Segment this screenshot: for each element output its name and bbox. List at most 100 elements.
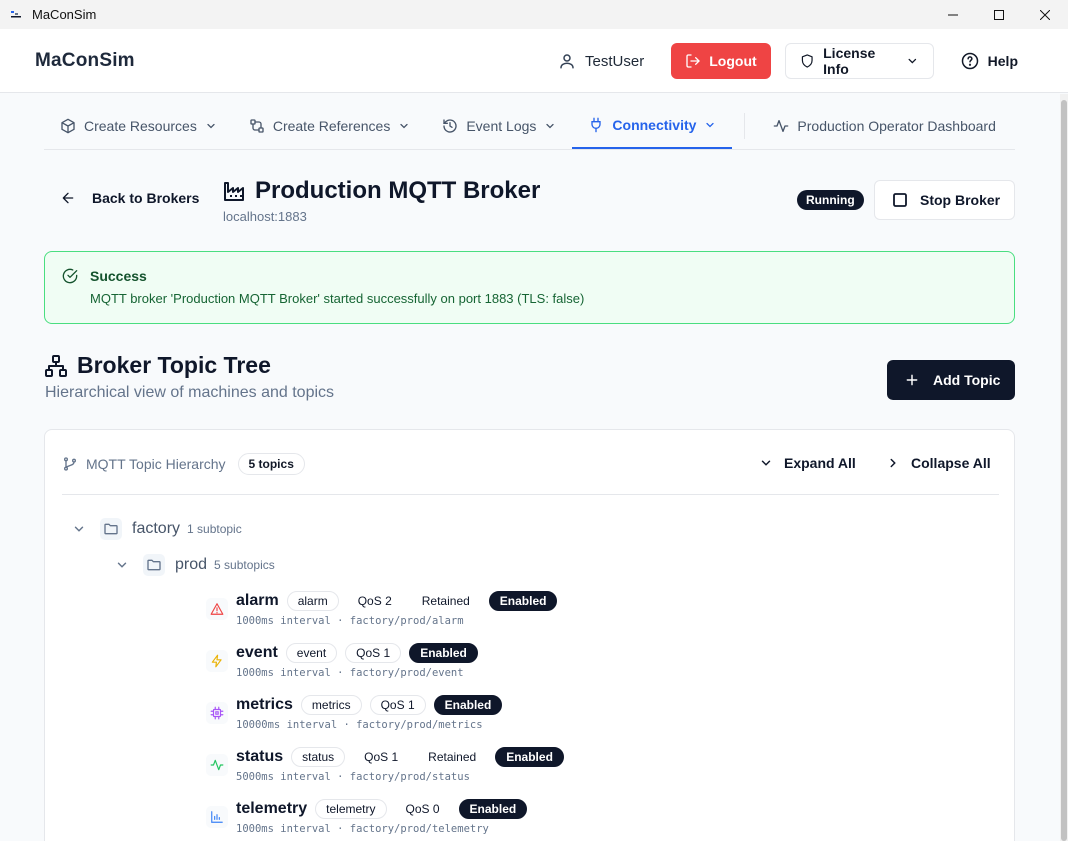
- folder-open-icon: [143, 554, 165, 576]
- tree-heading: MQTT Topic Hierarchy 5 topics: [62, 453, 305, 475]
- topic-row-status[interactable]: status status QoS 1 Retained Enabled 500…: [206, 746, 572, 783]
- maximize-button[interactable]: [976, 0, 1022, 29]
- enabled-badge: Enabled: [433, 695, 503, 715]
- network-icon: [45, 354, 67, 377]
- tab-label: Create References: [272, 117, 391, 134]
- topic-row-telemetry[interactable]: telemetry telemetry QoS 0 Enabled 1000ms…: [206, 798, 535, 835]
- node-subtopic-count: 5 subtopics: [214, 558, 275, 572]
- alert-title: Success: [90, 268, 147, 284]
- chevron-down-icon: [207, 123, 215, 128]
- tree-node-prod[interactable]: prod 5 subtopics: [115, 554, 275, 576]
- tree-node-factory[interactable]: factory 1 subtopic: [72, 518, 242, 540]
- enabled-badge: Enabled: [458, 799, 528, 819]
- node-name: factory: [132, 520, 181, 537]
- maximize-icon: [994, 9, 1004, 20]
- window-titlebar: MaConSim: [0, 0, 1068, 29]
- qos-badge: QoS 1: [353, 747, 410, 767]
- tab-create-references[interactable]: Create References: [233, 102, 427, 149]
- activity-icon: [774, 119, 789, 132]
- topic-row-event[interactable]: event event QoS 1 Enabled 1000ms interva…: [206, 642, 486, 679]
- chevron-down-icon[interactable]: [115, 558, 129, 572]
- arrow-left-icon: [62, 192, 74, 204]
- logout-icon: [686, 54, 700, 68]
- expand-all-label: Expand All: [784, 455, 856, 471]
- topic-type-badge: event: [285, 643, 338, 663]
- page-title-text: Production MQTT Broker: [255, 177, 541, 204]
- tab-event-logs[interactable]: Event Logs: [426, 102, 572, 149]
- alert-message: MQTT broker 'Production MQTT Broker' sta…: [90, 291, 585, 306]
- topic-row-alarm[interactable]: alarm alarm QoS 2 Retained Enabled 1000m…: [206, 590, 565, 627]
- topic-meta: 10000ms interval · factory/prod/metrics: [236, 719, 483, 731]
- node-name: prod: [175, 556, 208, 573]
- qos-badge: QoS 2: [346, 591, 403, 611]
- minimize-icon: [948, 14, 958, 15]
- chevron-down-icon: [400, 123, 408, 128]
- tab-connectivity[interactable]: Connectivity: [572, 102, 733, 149]
- tab-production-operator-dashboard[interactable]: Production Operator Dashboard: [757, 102, 1011, 149]
- stop-broker-label: Stop Broker: [920, 192, 1001, 208]
- tree-toolbar: MQTT Topic Hierarchy 5 topics Expand All…: [62, 430, 999, 495]
- success-alert: Success MQTT broker 'Production MQTT Bro…: [44, 251, 1015, 324]
- close-icon: [1040, 9, 1050, 20]
- topic-count-badge: 5 topics: [237, 453, 305, 475]
- tab-divider: [744, 112, 746, 139]
- user-menu[interactable]: TestUser: [558, 52, 644, 70]
- tree-heading-text: MQTT Topic Hierarchy: [86, 456, 226, 472]
- chevron-down-icon: [546, 123, 555, 128]
- tab-label: Production Operator Dashboard: [797, 117, 996, 134]
- chevron-down-icon: [706, 122, 715, 127]
- collapse-all-button[interactable]: Collapse All: [886, 455, 991, 471]
- git-branch-icon: [64, 457, 76, 471]
- close-button[interactable]: [1022, 0, 1068, 29]
- section-title: Broker Topic Tree: [44, 352, 271, 379]
- help-button[interactable]: Help: [961, 52, 1018, 70]
- status-badge: Running: [797, 190, 864, 210]
- license-info-button[interactable]: License Info: [784, 43, 934, 79]
- back-label: Back to Brokers: [92, 190, 200, 206]
- tab-create-resources[interactable]: Create Resources: [44, 102, 233, 149]
- chevron-down-icon[interactable]: [72, 522, 86, 536]
- scrollbar-thumb[interactable]: [1061, 100, 1067, 841]
- section-subtitle: Hierarchical view of machines and topics: [45, 384, 335, 401]
- topic-meta: 1000ms interval · factory/prod/telemetry: [236, 823, 489, 835]
- topic-type-badge: alarm: [286, 591, 339, 611]
- enabled-badge: Enabled: [495, 747, 564, 767]
- factory-icon: [224, 182, 244, 201]
- retained-badge: Retained: [410, 591, 481, 611]
- zap-icon: [206, 650, 228, 672]
- node-subtopic-count: 1 subtopic: [187, 522, 242, 536]
- add-topic-label: Add Topic: [933, 372, 1001, 388]
- expand-all-button[interactable]: Expand All: [759, 455, 856, 471]
- help-label: Help: [987, 53, 1018, 69]
- topic-tree-card: MQTT Topic Hierarchy 5 topics Expand All…: [44, 429, 1015, 841]
- cpu-icon: [206, 702, 228, 724]
- topic-type-badge: metrics: [300, 695, 362, 715]
- link-icon: [250, 118, 264, 133]
- app-header: MaConSim TestUser Logout License Info He…: [0, 29, 1068, 93]
- stop-broker-button[interactable]: Stop Broker: [874, 180, 1015, 220]
- page-title: Production MQTT Broker: [223, 177, 540, 205]
- license-label: License Info: [823, 45, 876, 77]
- topic-name: event: [236, 644, 278, 661]
- plug-icon: [591, 117, 602, 132]
- folder-open-icon: [100, 518, 122, 540]
- topic-name: status: [236, 748, 284, 765]
- main-tabs: Create Resources Create References Event…: [44, 102, 1015, 150]
- cube-icon: [61, 118, 75, 133]
- add-topic-button[interactable]: Add Topic: [887, 360, 1015, 400]
- brand-logo[interactable]: MaConSim: [35, 50, 135, 72]
- user-icon: [560, 54, 574, 69]
- back-to-brokers-button[interactable]: Back to Brokers: [60, 190, 199, 206]
- topic-name: metrics: [236, 696, 293, 713]
- topic-type-badge: status: [291, 747, 346, 767]
- chevron-right-icon: [890, 458, 896, 468]
- minimize-button[interactable]: [930, 0, 976, 29]
- topic-meta: 5000ms interval · factory/prod/status: [236, 771, 470, 783]
- tab-label: Event Logs: [466, 117, 537, 134]
- bar-chart-icon: [206, 806, 228, 828]
- topic-row-metrics[interactable]: metrics metrics QoS 1 Enabled 10000ms in…: [206, 694, 510, 731]
- qos-badge: QoS 1: [369, 695, 426, 715]
- topic-meta: 1000ms interval · factory/prod/event: [236, 667, 464, 679]
- retained-badge: Retained: [417, 747, 488, 767]
- logout-button[interactable]: Logout: [671, 43, 771, 79]
